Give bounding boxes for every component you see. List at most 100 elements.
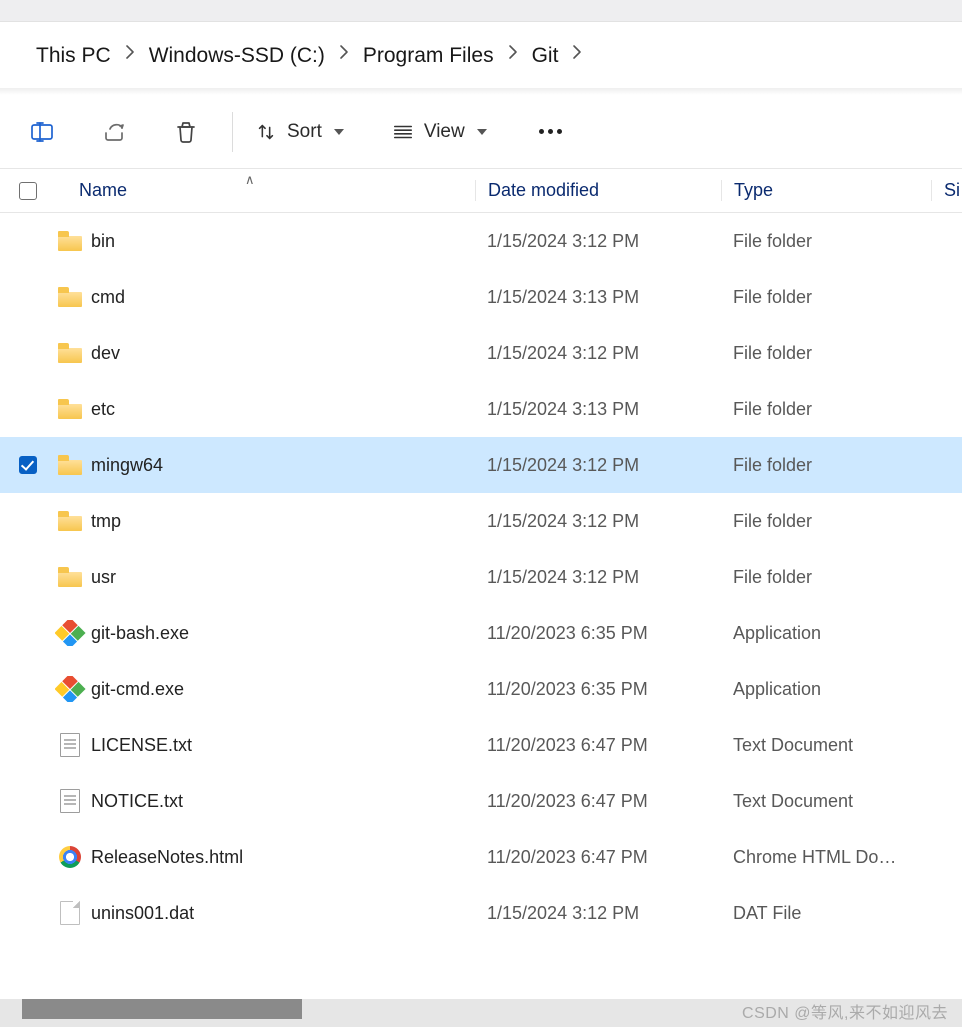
cell-date: 1/15/2024 3:13 PM xyxy=(475,399,721,420)
chevron-right-icon[interactable] xyxy=(500,44,526,64)
cell-name[interactable]: unins001.dat xyxy=(55,900,475,926)
row-checkbox[interactable] xyxy=(0,568,55,586)
column-name[interactable]: ∧ Name xyxy=(55,180,475,201)
file-name: LICENSE.txt xyxy=(91,735,192,756)
row-checkbox[interactable] xyxy=(0,904,55,922)
breadcrumb-item[interactable]: This PC xyxy=(30,42,117,70)
cell-date: 1/15/2024 3:12 PM xyxy=(475,455,721,476)
column-size-label: Si xyxy=(944,180,960,200)
view-dropdown[interactable]: View xyxy=(380,115,499,149)
file-name: mingw64 xyxy=(91,455,163,476)
row-checkbox[interactable] xyxy=(0,680,55,698)
row-checkbox[interactable] xyxy=(0,288,55,306)
sort-dropdown[interactable]: Sort xyxy=(243,115,356,149)
cell-date: 1/15/2024 3:13 PM xyxy=(475,287,721,308)
file-name: cmd xyxy=(91,287,125,308)
folder-icon xyxy=(58,567,82,587)
chrome-icon xyxy=(59,846,81,868)
file-name: ReleaseNotes.html xyxy=(91,847,243,868)
cell-name[interactable]: bin xyxy=(55,228,475,254)
sort-label: Sort xyxy=(277,121,330,143)
cell-name[interactable]: git-bash.exe xyxy=(55,620,475,646)
row-checkbox[interactable] xyxy=(0,456,55,474)
cell-type: Application xyxy=(721,623,931,644)
row-checkbox[interactable] xyxy=(0,512,55,530)
cell-date: 1/15/2024 3:12 PM xyxy=(475,343,721,364)
breadcrumb-label: Git xyxy=(526,42,565,70)
cell-date: 1/15/2024 3:12 PM xyxy=(475,231,721,252)
cell-name[interactable]: LICENSE.txt xyxy=(55,732,475,758)
breadcrumb-item[interactable]: Program Files xyxy=(357,42,500,70)
toolbar-separator xyxy=(232,112,233,152)
breadcrumb-item[interactable]: Windows-SSD (C:) xyxy=(143,42,331,70)
more-button[interactable] xyxy=(519,121,582,142)
file-row[interactable]: etc 1/15/2024 3:13 PMFile folder xyxy=(0,381,962,437)
cell-name[interactable]: NOTICE.txt xyxy=(55,788,475,814)
file-row[interactable]: bin1/15/2024 3:12 PMFile folder xyxy=(0,213,962,269)
file-row[interactable]: tmp1/15/2024 3:12 PMFile folder xyxy=(0,493,962,549)
row-checkbox[interactable] xyxy=(0,624,55,642)
file-row[interactable]: dev1/15/2024 3:12 PMFile folder xyxy=(0,325,962,381)
cell-type: File folder xyxy=(721,399,931,420)
cell-type: Chrome HTML Do… xyxy=(721,847,931,868)
cell-date: 1/15/2024 3:12 PM xyxy=(475,567,721,588)
share-button[interactable] xyxy=(78,101,150,163)
file-row[interactable]: LICENSE.txt11/20/2023 6:47 PMText Docume… xyxy=(0,717,962,773)
cell-type: DAT File xyxy=(721,903,931,924)
chevron-right-icon[interactable] xyxy=(117,44,143,64)
file-row[interactable]: NOTICE.txt11/20/2023 6:47 PMText Documen… xyxy=(0,773,962,829)
file-row[interactable]: git-cmd.exe11/20/2023 6:35 PMApplication xyxy=(0,661,962,717)
chevron-right-icon[interactable] xyxy=(564,44,590,64)
cell-type: File folder xyxy=(721,231,931,252)
toolbar: Sort View xyxy=(0,95,962,169)
file-list: bin1/15/2024 3:12 PMFile foldercmd1/15/2… xyxy=(0,213,962,941)
file-name: usr xyxy=(91,567,116,588)
cell-date: 11/20/2023 6:35 PM xyxy=(475,679,721,700)
row-checkbox[interactable] xyxy=(0,848,55,866)
column-size[interactable]: Si xyxy=(931,180,962,201)
folder-icon xyxy=(58,343,82,363)
file-name: etc xyxy=(91,399,115,420)
chevron-right-icon[interactable] xyxy=(331,44,357,64)
breadcrumb-item[interactable]: Git xyxy=(526,42,565,70)
cell-name[interactable]: dev xyxy=(55,340,475,366)
file-name: unins001.dat xyxy=(91,903,194,924)
column-type[interactable]: Type xyxy=(721,180,931,201)
cell-name[interactable]: usr xyxy=(55,564,475,590)
breadcrumb-label: Program Files xyxy=(357,42,500,70)
file-name: git-cmd.exe xyxy=(91,679,184,700)
folder-icon xyxy=(58,511,82,531)
row-checkbox[interactable] xyxy=(0,736,55,754)
view-label: View xyxy=(414,121,473,143)
file-row[interactable]: ReleaseNotes.html 11/20/2023 6:47 PMChrom… xyxy=(0,829,962,885)
cell-date: 1/15/2024 3:12 PM xyxy=(475,511,721,532)
row-checkbox[interactable] xyxy=(0,792,55,810)
cell-name[interactable]: ReleaseNotes.html xyxy=(55,844,475,870)
cell-date: 11/20/2023 6:47 PM xyxy=(475,847,721,868)
delete-button[interactable] xyxy=(150,101,222,163)
file-row[interactable]: git-bash.exe11/20/2023 6:35 PMApplicatio… xyxy=(0,605,962,661)
file-row[interactable]: cmd1/15/2024 3:13 PMFile folder xyxy=(0,269,962,325)
breadcrumb: This PC Windows-SSD (C:) Program Files Git xyxy=(0,22,962,89)
select-all-checkbox[interactable] xyxy=(0,182,55,200)
cell-name[interactable]: git-cmd.exe xyxy=(55,676,475,702)
file-row[interactable]: mingw641/15/2024 3:12 PMFile folder xyxy=(0,437,962,493)
rename-button[interactable] xyxy=(6,101,78,163)
cell-name[interactable]: mingw64 xyxy=(55,452,475,478)
cell-name[interactable]: tmp xyxy=(55,508,475,534)
titlebar xyxy=(0,0,962,22)
cell-name[interactable]: etc xyxy=(55,396,475,422)
column-date[interactable]: Date modified xyxy=(475,180,721,201)
row-checkbox[interactable] xyxy=(0,344,55,362)
row-checkbox[interactable] xyxy=(0,400,55,418)
hscroll-track[interactable] xyxy=(22,999,944,1019)
file-row[interactable]: usr1/15/2024 3:12 PMFile folder xyxy=(0,549,962,605)
column-date-label: Date modified xyxy=(488,180,599,200)
hscroll-thumb[interactable] xyxy=(22,999,302,1019)
cell-date: 11/20/2023 6:35 PM xyxy=(475,623,721,644)
file-row[interactable]: unins001.dat1/15/2024 3:12 PMDAT File xyxy=(0,885,962,941)
text-file-icon xyxy=(60,789,80,813)
row-checkbox[interactable] xyxy=(0,232,55,250)
folder-icon xyxy=(58,455,82,475)
cell-name[interactable]: cmd xyxy=(55,284,475,310)
